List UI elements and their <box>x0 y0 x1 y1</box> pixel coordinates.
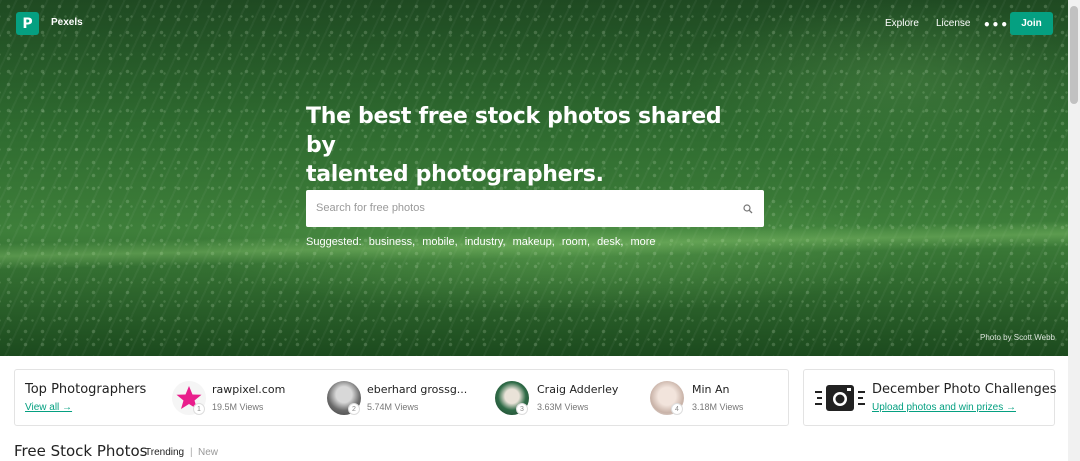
suggestion-mobile[interactable]: mobile, <box>422 236 457 248</box>
photographer-name[interactable]: Craig Adderley <box>537 383 618 396</box>
suggestion-makeup[interactable]: makeup, <box>513 236 555 248</box>
pexels-logo-icon[interactable]: P <box>16 12 39 35</box>
photographer-item[interactable]: 1 rawpixel.com 19.5M Views <box>170 379 310 417</box>
top-navigation: P Pexels Explore License ••• Join <box>0 0 1068 48</box>
photographer-name[interactable]: rawpixel.com <box>212 383 285 396</box>
photographer-views: 3.18M Views <box>692 402 744 412</box>
camera-icon <box>815 385 865 411</box>
suggestion-room[interactable]: room, <box>562 236 590 248</box>
rank-badge: 3 <box>516 403 528 415</box>
challenges-link[interactable]: Upload photos and win prizes → <box>872 402 1016 413</box>
brand-name[interactable]: Pexels <box>51 17 83 28</box>
top-photographers-title: Top Photographers <box>25 382 147 397</box>
hero-headline: The best free stock photos shared by tal… <box>306 102 746 189</box>
photographer-views: 5.74M Views <box>367 402 419 412</box>
rank-badge: 2 <box>348 403 360 415</box>
scrollbar-thumb[interactable] <box>1070 6 1078 104</box>
tab-trending[interactable]: Trending <box>145 447 184 458</box>
suggestion-industry[interactable]: industry, <box>465 236 506 248</box>
rank-badge: 1 <box>193 403 205 415</box>
nav-license[interactable]: License <box>936 18 970 29</box>
more-menu-icon[interactable]: ••• <box>983 18 1009 32</box>
photographer-views: 3.63M Views <box>537 402 589 412</box>
photographer-name[interactable]: Min An <box>692 383 730 396</box>
tab-new[interactable]: New <box>198 447 218 458</box>
suggested-searches: Suggested: business, mobile, industry, m… <box>306 236 660 248</box>
photographer-name[interactable]: eberhard grossg... <box>367 383 467 396</box>
photographer-item[interactable]: 4 Min An 3.18M Views <box>648 379 778 417</box>
challenges-title[interactable]: December Photo Challenges <box>872 382 1057 397</box>
photographer-views: 19.5M Views <box>212 402 264 412</box>
view-all-link[interactable]: View all → <box>25 402 72 413</box>
photographer-item[interactable]: 3 Craig Adderley 3.63M Views <box>493 379 633 417</box>
suggestion-more[interactable]: more <box>630 236 655 248</box>
photographer-item[interactable]: 2 eberhard grossg... 5.74M Views <box>325 379 475 417</box>
suggestion-desk[interactable]: desk, <box>597 236 623 248</box>
feed-title: Free Stock Photos <box>14 442 148 460</box>
search-icon[interactable] <box>742 203 754 215</box>
join-button[interactable]: Join <box>1010 12 1053 35</box>
search-input[interactable] <box>316 199 716 217</box>
tab-separator: | <box>190 447 193 458</box>
headline-line-1: The best free stock photos shared by <box>306 104 722 158</box>
nav-explore[interactable]: Explore <box>885 18 919 29</box>
suggested-label: Suggested: <box>306 236 362 248</box>
search-box <box>306 190 764 227</box>
photo-credit[interactable]: Photo by Scott Webb <box>980 333 1055 342</box>
rank-badge: 4 <box>671 403 683 415</box>
suggestion-business[interactable]: business, <box>369 236 415 248</box>
headline-line-2: talented photographers. <box>306 162 604 187</box>
